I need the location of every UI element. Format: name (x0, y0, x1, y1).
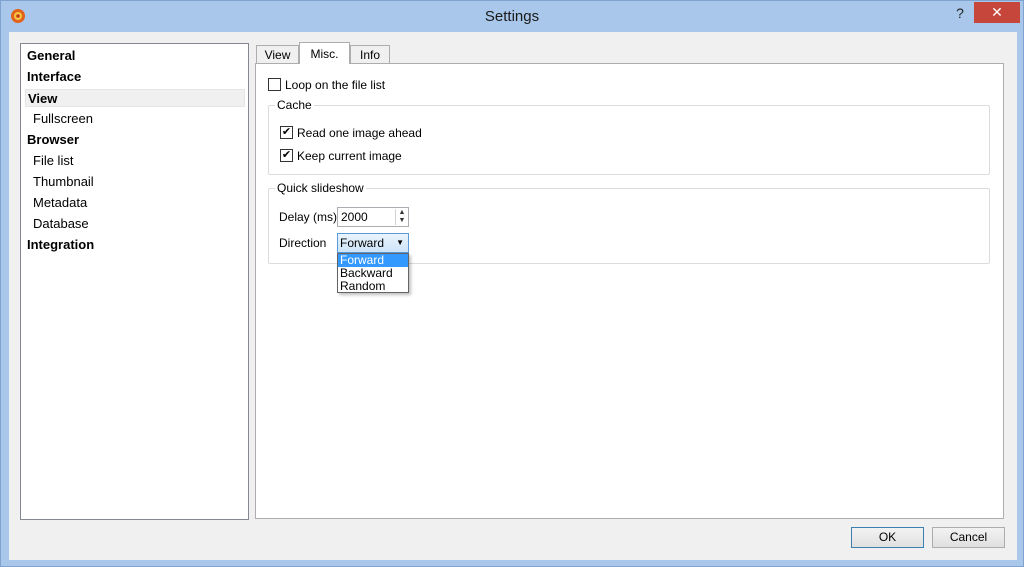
direction-combo[interactable]: Forward ▼ (337, 233, 409, 253)
close-button[interactable]: ✕ (974, 2, 1020, 23)
nav-item-browser[interactable]: Browser (25, 131, 245, 149)
nav-item-metadata[interactable]: Metadata (25, 194, 245, 212)
help-button[interactable]: ? (949, 3, 971, 23)
keep-current-option[interactable]: ✔ Keep current image (280, 149, 402, 165)
title-bar[interactable]: Settings ? ✕ (1, 1, 1023, 32)
keep-current-checkbox[interactable]: ✔ (280, 149, 293, 163)
delay-label: Delay (ms) (279, 210, 338, 224)
direction-label: Direction (279, 236, 327, 250)
nav-item-view[interactable]: View (25, 89, 245, 107)
delay-spinbox[interactable]: 2000 ▲ ▼ (337, 207, 409, 227)
read-ahead-option[interactable]: ✔ Read one image ahead (280, 126, 422, 142)
spin-up-icon[interactable]: ▲ (396, 209, 408, 217)
chevron-down-icon: ▼ (396, 238, 404, 247)
slideshow-group-title: Quick slideshow (275, 181, 366, 195)
nav-item-file-list[interactable]: File list (25, 152, 245, 170)
direction-value: Forward (340, 236, 385, 250)
nav-item-thumbnail[interactable]: Thumbnail (25, 173, 245, 191)
keep-current-label: Keep current image (297, 149, 402, 163)
nav-item-interface[interactable]: Interface (25, 68, 245, 86)
read-ahead-checkbox[interactable]: ✔ (280, 126, 293, 140)
nav-item-database[interactable]: Database (25, 215, 245, 233)
tab-view[interactable]: View (256, 45, 299, 64)
dialog-client-area: General Interface View Fullscreen Browse… (9, 32, 1017, 560)
delay-value: 2000 (341, 210, 368, 224)
ok-button[interactable]: OK (851, 527, 924, 548)
nav-item-fullscreen[interactable]: Fullscreen (25, 110, 245, 128)
nav-item-integration[interactable]: Integration (25, 236, 245, 254)
direction-dropdown-list: Forward Backward Random (337, 253, 409, 293)
nav-item-general[interactable]: General (25, 47, 245, 65)
settings-category-list[interactable]: General Interface View Fullscreen Browse… (20, 43, 249, 520)
cache-group-title: Cache (275, 98, 314, 112)
tab-misc[interactable]: Misc. (299, 42, 350, 64)
loop-checkbox[interactable] (268, 78, 281, 92)
misc-tab-panel: Loop on the file list Cache ✔ Read one im… (255, 63, 1004, 519)
cache-group: Cache ✔ Read one image ahead ✔ Keep curren… (268, 99, 990, 175)
cancel-button[interactable]: Cancel (932, 527, 1005, 548)
spin-down-icon[interactable]: ▼ (396, 217, 408, 225)
tab-info[interactable]: Info (350, 45, 390, 64)
loop-option[interactable]: Loop on the file list (268, 78, 385, 94)
settings-window: Settings ? ✕ General Interface View Full… (0, 0, 1024, 567)
loop-label: Loop on the file list (285, 78, 386, 92)
direction-option-random[interactable]: Random (338, 280, 408, 293)
delay-spin-buttons: ▲ ▼ (395, 209, 407, 225)
window-title: Settings (484, 8, 540, 25)
read-ahead-label: Read one image ahead (297, 126, 422, 140)
